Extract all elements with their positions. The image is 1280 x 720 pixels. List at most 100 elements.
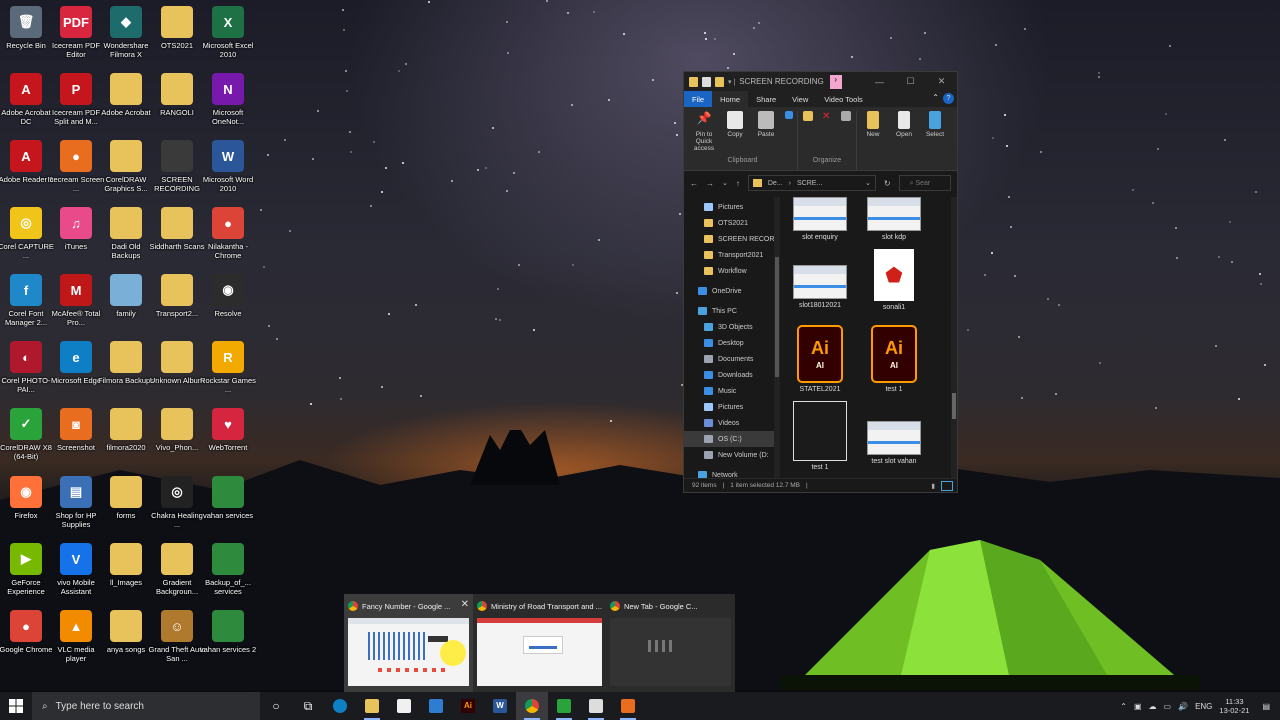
desktop-icon[interactable]: ▤ Shop for HP Supplies (50, 476, 102, 542)
desktop-icon[interactable]: OTS2021 (151, 6, 203, 72)
file-item[interactable]: test slot vahan (860, 421, 928, 465)
edge-icon[interactable] (324, 692, 356, 720)
file-item[interactable]: ⬟ sonali1 (860, 249, 928, 311)
file-scroll-thumb[interactable] (952, 393, 956, 419)
up-arrow-icon[interactable]: ↑ (736, 179, 740, 188)
file-item[interactable]: Ai AI test 1 (860, 325, 928, 393)
move-to-button[interactable] (801, 111, 815, 157)
open-button[interactable]: Open (891, 111, 917, 157)
illustrator-icon[interactable]: Ai (452, 692, 484, 720)
desktop-icon[interactable]: vahan services 2 (200, 610, 256, 676)
desktop-icon[interactable]: SCREEN RECORDING (151, 140, 203, 206)
desktop-icon[interactable]: ▶ GeForce Experience (0, 543, 52, 609)
desktop-icon[interactable]: Adobe Acrobat (100, 73, 152, 139)
address-box[interactable]: De... › SCRE... ⌄ (747, 175, 876, 191)
cut-button[interactable] (784, 111, 794, 157)
show-hidden-icons-icon[interactable]: ⌃ (1120, 702, 1127, 711)
properties-icon[interactable] (702, 76, 711, 87)
desktop-icon[interactable]: Gradient Backgroun... (151, 543, 203, 609)
minimize-icon[interactable]: — (864, 72, 895, 91)
desktop-icon[interactable]: filmora2020 (100, 408, 152, 474)
nav-item[interactable]: Documents (684, 351, 780, 367)
file-item[interactable]: test 1 (786, 401, 854, 471)
clock[interactable]: 11:33 13-02-21 (1219, 697, 1249, 715)
paste-button[interactable]: Paste (753, 111, 779, 157)
forward-arrow-icon[interactable]: → (706, 179, 714, 188)
delete-button[interactable]: ✕ (820, 111, 834, 157)
address-dropdown-icon[interactable]: ⌄ (865, 179, 871, 187)
refresh-icon[interactable]: ↻ (884, 179, 891, 188)
desktop-icon[interactable]: Backup_of_... services (202, 543, 254, 609)
nav-scroll-thumb[interactable] (775, 257, 779, 377)
tab-file[interactable]: File (684, 91, 713, 107)
nav-item[interactable]: Music (684, 383, 780, 399)
desktop-icon[interactable]: e Microsoft Edge (50, 341, 102, 407)
desktop-icon[interactable]: M McAfee® Total Pro... (50, 274, 102, 340)
desktop-icon[interactable]: R Rockstar Games ... (200, 341, 256, 407)
desktop-icon[interactable]: anya songs (100, 610, 152, 676)
desktop-icon[interactable]: ◆ Wondershare Filmora X (100, 6, 152, 72)
desktop-icon[interactable]: ☺ Grand Theft Auto San ... (149, 610, 205, 676)
maximize-icon[interactable]: ☐ (895, 72, 926, 91)
network-icon[interactable]: ▭ (1164, 702, 1172, 711)
nav-item[interactable]: Network (684, 467, 780, 478)
nav-item[interactable]: Transport2021 (684, 247, 780, 263)
paint-icon[interactable] (580, 692, 612, 720)
store-icon[interactable] (388, 692, 420, 720)
desktop-icon[interactable]: RANGOLI (151, 73, 203, 139)
tab-video-tools[interactable]: Video Tools (816, 91, 871, 107)
desktop-icon[interactable]: CorelDRAW Graphics S... (100, 140, 152, 206)
notification-icon[interactable]: ▤ (1262, 702, 1270, 711)
volume-icon[interactable]: 🔊 (1178, 702, 1188, 711)
onedrive-icon[interactable]: ☁ (1149, 702, 1157, 711)
desktop-icon[interactable]: N Microsoft OneNot... (202, 73, 254, 139)
mail-icon[interactable] (420, 692, 452, 720)
desktop-icon[interactable]: Vvivo Mobile Assistant (50, 543, 102, 609)
desktop-icon[interactable]: ◎ Corel CAPTURE ... (0, 207, 54, 273)
nav-item[interactable]: This PC (684, 303, 780, 319)
desktop-icon[interactable]: family (100, 274, 152, 340)
select-button[interactable]: Select (922, 111, 948, 157)
start-button[interactable] (0, 692, 32, 720)
coreldraw-icon[interactable] (548, 692, 580, 720)
preview-fancy-number[interactable]: Fancy Number - Google ... ✕ (344, 594, 474, 692)
new-button[interactable]: New (860, 111, 886, 157)
navigation-pane[interactable]: Pictures OTS2021 SCREEN RECORD Transport202… (684, 197, 780, 478)
tab-view[interactable]: View (784, 91, 816, 107)
taskbar-search[interactable]: ⌕ Type here to search (32, 692, 260, 720)
recent-chevron-icon[interactable]: ⌄ (722, 179, 728, 187)
desktop-icon[interactable]: W Microsoft Word 2010 (202, 140, 254, 206)
file-explorer-window[interactable]: ▾ | SCREEN RECORDING › — ☐ ✕ File Home S… (683, 71, 958, 493)
file-explorer-icon[interactable] (356, 692, 388, 720)
file-item[interactable]: slot kdp (860, 197, 928, 241)
desktop-icon[interactable]: Vivo_Phon... (151, 408, 203, 474)
file-list[interactable]: slot enquiry slot kdp slot18012021 ⬟ sonali1… (780, 197, 957, 478)
desktop-icon[interactable]: 🗑 Recycle Bin (0, 6, 52, 72)
copy-button[interactable]: Copy (722, 111, 748, 157)
tab-share[interactable]: Share (748, 91, 784, 107)
desktop-icon[interactable]: ● Google Chrome (0, 610, 52, 676)
desktop-icon[interactable]: PDF Icecream PDF Editor (50, 6, 102, 72)
desktop-icon[interactable]: ● Nilakantha - Chrome (202, 207, 254, 273)
close-icon[interactable]: ✕ (926, 72, 957, 91)
pin-quick-access-button[interactable]: 📌 Pin to Quick access (691, 111, 717, 157)
preview-new-tab[interactable]: New Tab - Google C... (606, 594, 735, 692)
nav-item[interactable]: SCREEN RECORD (684, 231, 780, 247)
desktop-icon[interactable]: Filmora Backups (98, 341, 154, 407)
desktop-icon[interactable]: A Adobe Acrobat DC (0, 73, 52, 139)
desktop-icon[interactable]: X Microsoft Excel 2010 (202, 6, 254, 72)
desktop-icon[interactable]: Siddharth Scans (149, 207, 205, 273)
meet-now-icon[interactable]: ▣ (1134, 702, 1142, 711)
nav-item[interactable]: Pictures (684, 199, 780, 215)
file-scrollbar[interactable] (951, 197, 957, 478)
desktop-icon[interactable]: ll_Images (100, 543, 152, 609)
desktop-icon[interactable]: f Corel Font Manager 2... (0, 274, 52, 340)
desktop-icon[interactable]: ◐ Corel PHOTO-PAI... (0, 341, 52, 407)
nav-item[interactable]: Workflow (684, 263, 780, 279)
nav-item[interactable]: Desktop (684, 335, 780, 351)
desktop-icon[interactable]: Dadi Old Backups (100, 207, 152, 273)
nav-item[interactable]: OTS2021 (684, 215, 780, 231)
chrome-icon[interactable] (516, 692, 548, 720)
large-icons-view-icon[interactable] (941, 480, 953, 491)
language-indicator[interactable]: ENG (1195, 702, 1212, 711)
